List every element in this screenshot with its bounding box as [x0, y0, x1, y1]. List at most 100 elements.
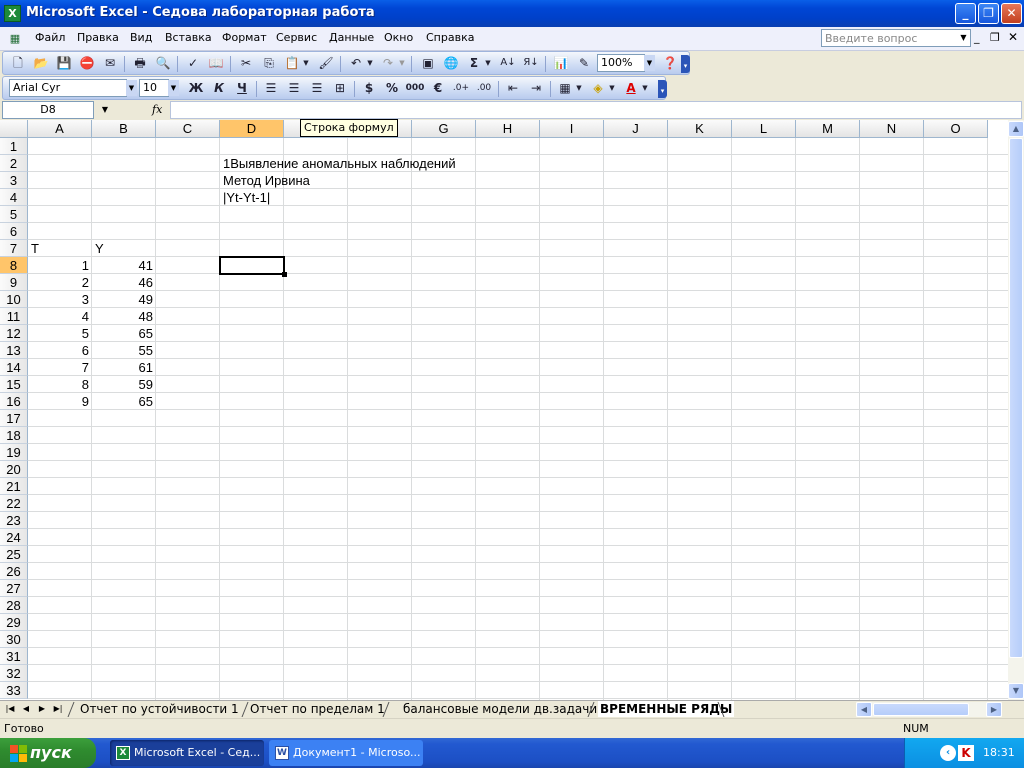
cell-b13[interactable]: 55 [92, 342, 156, 359]
menu-file[interactable]: Файл [35, 31, 65, 44]
scroll-right-button[interactable]: ▶ [986, 702, 1002, 717]
row-header-28[interactable]: 28 [0, 597, 28, 614]
ask-question-input[interactable]: Введите вопрос [821, 29, 971, 47]
cell-b14[interactable]: 61 [92, 359, 156, 376]
taskbar-word[interactable]: Документ1 - Microso... [269, 740, 423, 766]
chevron-down-icon[interactable]: ▼ [94, 102, 116, 118]
format-painter-icon[interactable]: 🖌 [315, 52, 337, 74]
print-icon[interactable]: 🖶 [129, 52, 151, 74]
column-header-m[interactable]: M [796, 120, 860, 138]
row-header-13[interactable]: 13 [0, 342, 28, 359]
borders-icon[interactable]: ▦ [554, 77, 576, 99]
column-header-g[interactable]: G [412, 120, 476, 138]
column-header-n[interactable]: N [860, 120, 924, 138]
decrease-decimal-icon[interactable]: .00 [473, 77, 495, 99]
excel-icon[interactable]: X [4, 5, 21, 22]
menu-data[interactable]: Данные [329, 31, 374, 44]
row-header-27[interactable]: 27 [0, 580, 28, 597]
row-header-3[interactable]: 3 [0, 172, 28, 189]
chevron-down-icon[interactable]: ▼ [607, 77, 617, 99]
email-icon[interactable]: ✉ [99, 52, 121, 74]
row-header-14[interactable]: 14 [0, 359, 28, 376]
thousands-button[interactable]: 000 [404, 77, 426, 99]
decrease-indent-icon[interactable]: ⇤ [502, 77, 524, 99]
row-header-5[interactable]: 5 [0, 206, 28, 223]
minimize-button[interactable]: _ [955, 3, 976, 24]
menu-view[interactable]: Вид [130, 31, 152, 44]
row-header-33[interactable]: 33 [0, 682, 28, 699]
row-header-11[interactable]: 11 [0, 308, 28, 325]
row-header-21[interactable]: 21 [0, 478, 28, 495]
align-left-icon[interactable]: ☰ [260, 77, 282, 99]
font-select[interactable]: Arial Cyr [9, 79, 127, 97]
row-header-30[interactable]: 30 [0, 631, 28, 648]
column-header-a[interactable]: A [28, 120, 92, 138]
sheet-tab-active[interactable]: ВРЕМЕННЫЕ РЯДЫ [598, 701, 735, 717]
active-cell[interactable] [219, 256, 285, 275]
row-header-6[interactable]: 6 [0, 223, 28, 240]
sheet-tab[interactable]: Отчет по устойчивости 1 [80, 701, 239, 717]
cell-b12[interactable]: 65 [92, 325, 156, 342]
chevron-down-icon[interactable]: ▼ [957, 30, 970, 46]
font-size-select[interactable]: 10 [139, 79, 169, 97]
fill-color-icon[interactable]: ◈ [587, 77, 609, 99]
chevron-down-icon[interactable]: ▼ [640, 77, 650, 99]
underline-button[interactable]: Ч [231, 77, 253, 99]
chevron-down-icon[interactable]: ▼ [483, 52, 493, 74]
chevron-down-icon[interactable]: ▼ [126, 80, 137, 96]
cell-a10[interactable]: 3 [28, 291, 92, 308]
sheet-tab[interactable]: балансовые модели дв.задачи [403, 701, 597, 717]
row-header-25[interactable]: 25 [0, 546, 28, 563]
worksheet-grid[interactable]: ABCDEFGHIJKLMNO 123456789101112131415161… [0, 120, 1008, 700]
column-header-c[interactable]: C [156, 120, 220, 138]
increase-decimal-icon[interactable]: .0+ [450, 77, 472, 99]
toolbar-options-icon[interactable]: ▾ [681, 55, 690, 73]
row-header-15[interactable]: 15 [0, 376, 28, 393]
restore-button[interactable]: ❐ [978, 3, 999, 24]
chevron-down-icon[interactable]: ▼ [301, 52, 311, 74]
taskbar-excel[interactable]: Microsoft Excel - Сед... [110, 740, 264, 766]
autosum-icon[interactable]: Σ [463, 52, 485, 74]
chevron-down-icon[interactable]: ▼ [574, 77, 584, 99]
prev-sheet-button[interactable]: ◀ [20, 702, 32, 716]
row-header-8[interactable]: 8 [0, 257, 28, 274]
select-all-corner[interactable] [0, 120, 28, 138]
antivirus-icon[interactable]: K [958, 745, 974, 761]
show-hidden-icons-button[interactable]: ‹ [940, 745, 956, 761]
row-header-23[interactable]: 23 [0, 512, 28, 529]
fill-handle[interactable] [282, 272, 287, 277]
copy-icon[interactable]: ⎘ [258, 52, 280, 74]
cell-b8[interactable]: 41 [92, 257, 156, 274]
chevron-down-icon[interactable]: ▼ [397, 52, 407, 74]
insert-function-icon[interactable]: fx [152, 102, 170, 118]
cell-b9[interactable]: 46 [92, 274, 156, 291]
row-header-4[interactable]: 4 [0, 189, 28, 206]
row-header-12[interactable]: 12 [0, 325, 28, 342]
chevron-down-icon[interactable]: ▼ [644, 55, 655, 71]
chevron-down-icon[interactable]: ▼ [365, 52, 375, 74]
cell-b15[interactable]: 59 [92, 376, 156, 393]
column-header-l[interactable]: L [732, 120, 796, 138]
formula-input[interactable] [170, 101, 1022, 119]
column-header-d[interactable]: D [220, 120, 284, 138]
cut-icon[interactable]: ✂ [235, 52, 257, 74]
increase-indent-icon[interactable]: ⇥ [525, 77, 547, 99]
menu-insert[interactable]: Вставка [165, 31, 212, 44]
column-header-j[interactable]: J [604, 120, 668, 138]
currency-button[interactable]: $ [358, 77, 380, 99]
menu-window[interactable]: Окно [384, 31, 413, 44]
bold-button[interactable]: Ж [185, 77, 207, 99]
column-header-k[interactable]: K [668, 120, 732, 138]
column-header-h[interactable]: H [476, 120, 540, 138]
row-header-17[interactable]: 17 [0, 410, 28, 427]
cell-a12[interactable]: 5 [28, 325, 92, 342]
cell-a7[interactable]: T [28, 240, 92, 257]
doc-restore-button[interactable]: ❐ [990, 31, 1000, 44]
euro-button[interactable]: € [427, 77, 449, 99]
cell-a15[interactable]: 8 [28, 376, 92, 393]
cell-d3[interactable]: Метод Ирвина [220, 172, 313, 189]
spelling-icon[interactable]: ✓ [182, 52, 204, 74]
doc-minimize-button[interactable]: _ [974, 31, 980, 44]
help-icon[interactable]: ❓ [659, 52, 681, 74]
zoom-select[interactable]: 100% [597, 54, 645, 72]
